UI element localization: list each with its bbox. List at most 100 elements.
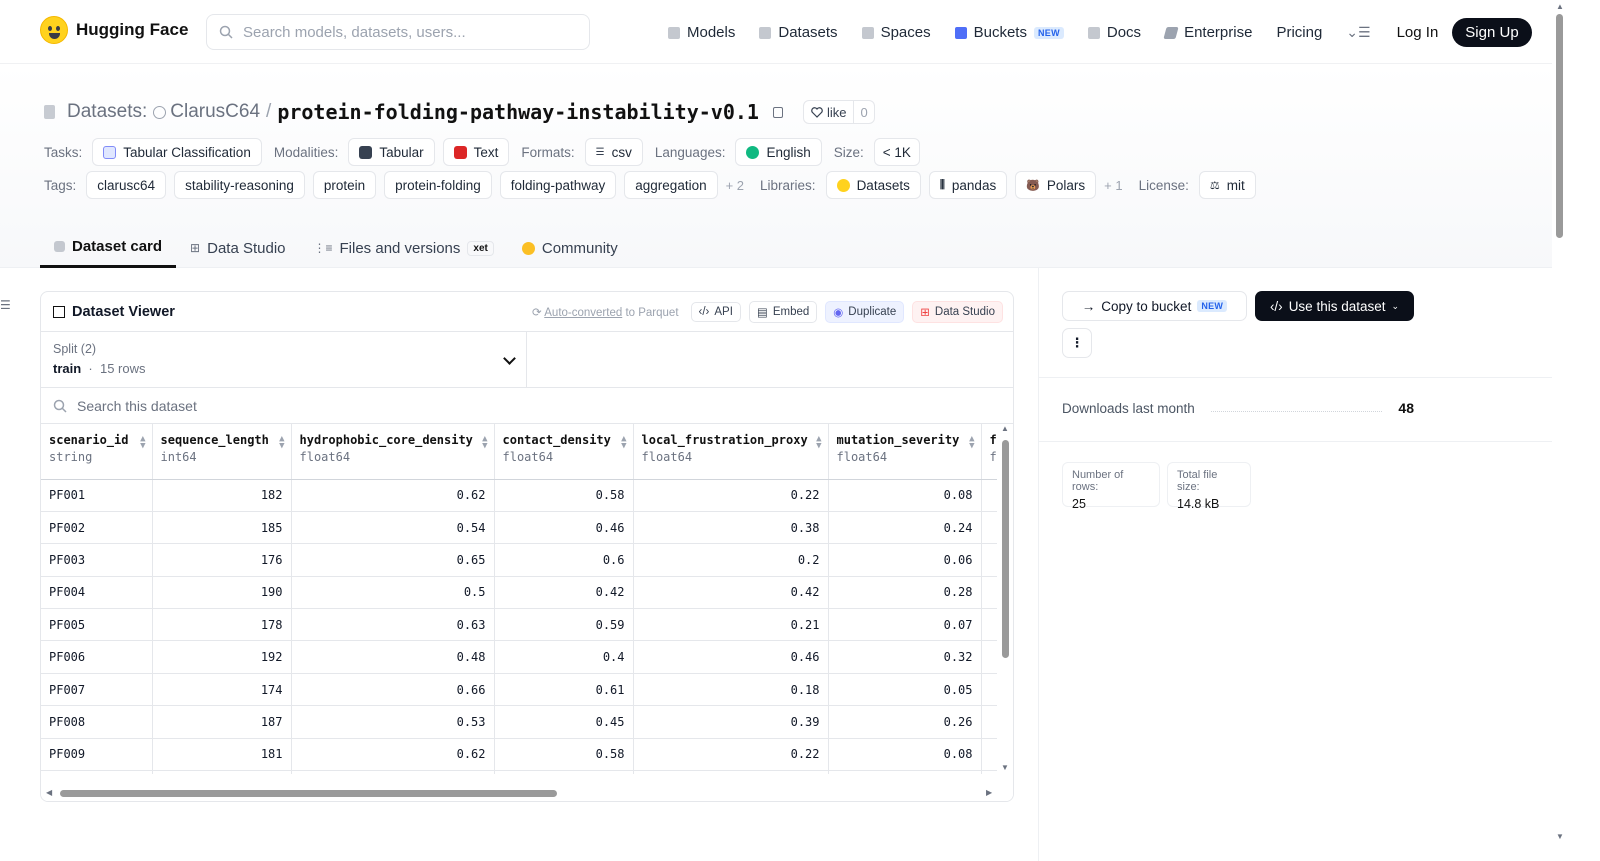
column-header[interactable]: hydrophobic_core_density float64 ▲ ▼ bbox=[291, 424, 495, 480]
tag-chip[interactable]: protein-folding bbox=[384, 171, 492, 199]
new-badge: NEW bbox=[1197, 300, 1228, 312]
dataset-name[interactable]: protein-folding-pathway-instability-v0.1 bbox=[277, 100, 759, 124]
scroll-up-icon[interactable]: ▲ bbox=[1556, 2, 1564, 11]
page-scrollbar[interactable]: ▲ ▼ bbox=[1552, 0, 1568, 861]
table-row[interactable]: PF008 187 0.53 0.45 0.39 0.26 bbox=[41, 705, 1013, 739]
scroll-up-icon[interactable]: ▲ bbox=[1001, 424, 1009, 433]
scroll-left-icon[interactable]: ◀ bbox=[46, 788, 52, 797]
data-studio-button[interactable]: ⊞ Data Studio bbox=[912, 301, 1003, 323]
table-cell: 181 bbox=[152, 738, 292, 772]
tag-chip[interactable]: folding-pathway bbox=[499, 171, 617, 199]
sort-icon[interactable]: ▲ ▼ bbox=[140, 435, 145, 451]
nav-buckets[interactable]: Buckets NEW bbox=[954, 19, 1064, 47]
signup-button[interactable]: Sign Up bbox=[1452, 18, 1532, 47]
new-badge: NEW bbox=[1033, 26, 1064, 39]
embed-button[interactable]: ▤ Embed bbox=[748, 301, 818, 323]
table-row[interactable]: PF009 181 0.62 0.58 0.22 0.08 bbox=[41, 738, 1013, 772]
scroll-down-icon[interactable]: ▼ bbox=[1001, 763, 1009, 772]
library-polars-chip[interactable]: 🐻 Polars bbox=[1015, 171, 1097, 199]
global-search[interactable] bbox=[206, 14, 590, 50]
scroll-right-icon[interactable]: ▶ bbox=[986, 788, 992, 797]
table-row[interactable]: PF007 174 0.66 0.61 0.18 0.05 bbox=[41, 673, 1013, 707]
table-row[interactable]: PF004 190 0.5 0.42 0.42 0.28 bbox=[41, 576, 1013, 610]
nav-docs[interactable]: Docs bbox=[1087, 19, 1141, 47]
table-row[interactable]: PF0101940.460.380.480.34 bbox=[41, 770, 1013, 774]
more-menu-icon[interactable]: ⌄☰ bbox=[1346, 24, 1370, 41]
nav-enterprise[interactable]: Enterprise bbox=[1163, 19, 1252, 47]
table-row[interactable]: PF005 178 0.63 0.59 0.21 0.07 bbox=[41, 608, 1013, 642]
table-cell: 0.08 bbox=[828, 479, 982, 512]
split-selector[interactable]: Split (2) train · 15 rows bbox=[41, 332, 527, 387]
column-header[interactable]: mutation_severity float64 ▲ ▼ bbox=[828, 424, 982, 480]
nav-datasets[interactable]: Datasets bbox=[759, 19, 838, 47]
api-button[interactable]: ‹/› API bbox=[690, 302, 741, 322]
format-chip[interactable]: ☰ csv bbox=[584, 138, 643, 166]
tag-chip[interactable]: stability-reasoning bbox=[174, 171, 305, 199]
vertical-scrollbar[interactable]: ▲ ▼ bbox=[997, 424, 1013, 774]
owner-link[interactable]: ClarusC64 bbox=[153, 101, 260, 123]
column-header[interactable]: local_frustration_proxy float64 ▲ ▼ bbox=[633, 424, 829, 480]
scroll-down-icon[interactable]: ▼ bbox=[1556, 832, 1564, 841]
tag-chip[interactable]: clarusc64 bbox=[86, 171, 167, 199]
libraries-more[interactable]: + 1 bbox=[1104, 178, 1122, 193]
table-row[interactable]: PF006 192 0.48 0.4 0.46 0.32 bbox=[41, 640, 1013, 674]
table-cell: PF008 bbox=[41, 705, 153, 739]
table-row[interactable]: PF001 182 0.62 0.58 0.22 0.08 bbox=[41, 479, 1013, 512]
dataset-search[interactable] bbox=[41, 388, 1013, 424]
dataset-icon bbox=[44, 105, 55, 119]
tab-files-and-versions[interactable]: ⋮≡ Files and versions xet bbox=[300, 228, 508, 268]
auto-converted-link[interactable]: Auto-converted bbox=[544, 307, 622, 319]
nav-models[interactable]: Models bbox=[668, 19, 735, 47]
global-search-input[interactable] bbox=[243, 23, 563, 41]
table-cell: 0.54 bbox=[291, 511, 495, 545]
table-cell: 0.06 bbox=[828, 543, 982, 577]
library-pandas-chip[interactable]: ⫼ pandas bbox=[928, 171, 1008, 199]
page-scroll-thumb[interactable] bbox=[1556, 14, 1563, 238]
vertical-scroll-thumb[interactable] bbox=[1002, 440, 1009, 658]
table-cell: 0.4 bbox=[494, 640, 634, 674]
login-link[interactable]: Log In bbox=[1397, 24, 1439, 41]
tag-chip[interactable]: aggregation bbox=[624, 171, 718, 199]
sort-icon[interactable]: ▲ ▼ bbox=[279, 435, 284, 451]
tab-dataset-card[interactable]: Dataset card bbox=[40, 228, 177, 268]
nav-spaces[interactable]: Spaces bbox=[861, 19, 931, 47]
modality-tabular-chip[interactable]: Tabular bbox=[348, 138, 435, 166]
search-icon bbox=[53, 399, 67, 413]
split-name: train bbox=[53, 361, 82, 376]
column-type: float64 bbox=[836, 450, 888, 464]
embed-icon: ▤ bbox=[756, 307, 768, 319]
horizontal-scroll-thumb[interactable] bbox=[60, 790, 557, 797]
table-cell: PF009 bbox=[41, 738, 153, 772]
modality-text-chip[interactable]: Text bbox=[442, 138, 510, 166]
breadcrumb-datasets[interactable]: Datasets: bbox=[67, 101, 147, 123]
hf-logo[interactable]: Hugging Face bbox=[40, 16, 188, 44]
copy-to-bucket-button[interactable]: → Copy to bucket NEW bbox=[1062, 291, 1247, 321]
use-this-dataset-button[interactable]: ‹/› Use this dataset ⌄ bbox=[1255, 291, 1414, 321]
copy-icon[interactable] bbox=[772, 106, 783, 118]
toc-toggle-icon[interactable]: ☰ bbox=[0, 298, 11, 312]
table-row[interactable]: PF003 176 0.65 0.6 0.2 0.06 bbox=[41, 543, 1013, 577]
sort-icon[interactable]: ▲ ▼ bbox=[482, 435, 487, 451]
sort-icon[interactable]: ▲ ▼ bbox=[621, 435, 626, 451]
column-header[interactable]: scenario_id string ▲ ▼ bbox=[41, 424, 153, 480]
sort-icon[interactable]: ▲ ▼ bbox=[816, 435, 821, 451]
tags-more[interactable]: + 2 bbox=[726, 178, 744, 193]
tab-data-studio[interactable]: ⊞ Data Studio bbox=[176, 228, 299, 268]
task-chip[interactable]: Tabular Classification bbox=[92, 138, 262, 166]
duplicate-button[interactable]: ◉ Duplicate bbox=[825, 301, 905, 323]
tag-chip[interactable]: protein bbox=[312, 171, 377, 199]
dataset-search-input[interactable] bbox=[77, 397, 477, 414]
language-chip[interactable]: English bbox=[735, 138, 822, 166]
horizontal-scrollbar[interactable]: ◀ ▶ bbox=[41, 783, 1013, 801]
library-datasets-chip[interactable]: Datasets bbox=[825, 171, 921, 199]
table-row[interactable]: PF002 185 0.54 0.46 0.38 0.24 bbox=[41, 511, 1013, 545]
license-chip[interactable]: ⚖ mit bbox=[1198, 171, 1256, 199]
sort-icon[interactable]: ▲ ▼ bbox=[969, 435, 974, 451]
like-button[interactable]: like 0 bbox=[802, 100, 875, 124]
nav-pricing[interactable]: Pricing bbox=[1276, 19, 1322, 47]
column-header[interactable]: sequence_length int64 ▲ ▼ bbox=[152, 424, 292, 480]
size-chip[interactable]: < 1K bbox=[873, 138, 920, 166]
column-header[interactable]: contact_density float64 ▲ ▼ bbox=[494, 424, 634, 480]
tab-community[interactable]: Community bbox=[508, 228, 632, 268]
more-options-button[interactable]: ⋮ bbox=[1062, 328, 1092, 358]
